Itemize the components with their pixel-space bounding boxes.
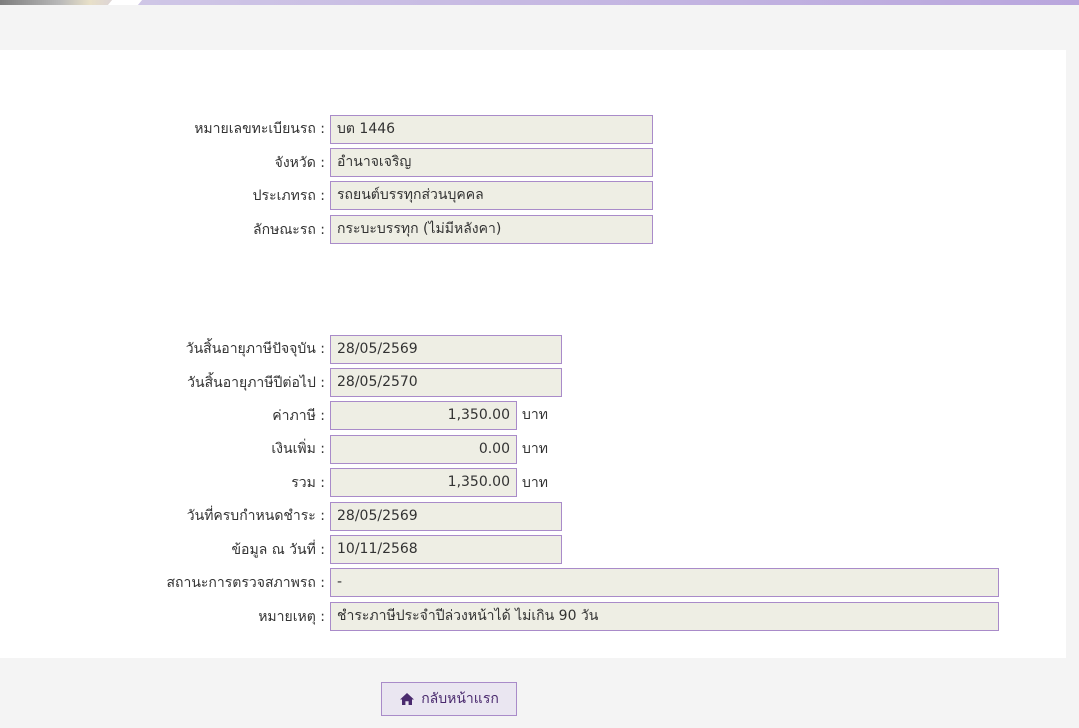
plate-label: หมายเลขทะเบียนรถ : (194, 121, 325, 137)
top-bar-swoosh (107, 0, 143, 5)
province-field: อำนาจเจริญ (330, 148, 653, 177)
due-date-field: 28/05/2569 (330, 502, 562, 531)
due-date-label: วันที่ครบกำหนดชำระ : (186, 508, 325, 524)
back-to-home-button[interactable]: กลับหน้าแรก (381, 682, 517, 716)
total-label: รวม : (291, 475, 325, 491)
remark-field: ชำระภาษีประจำปีล่วงหน้าได้ ไม่เกิน 90 วั… (330, 602, 999, 631)
vehicle-type-label: ประเภทรถ : (252, 188, 325, 204)
surcharge-label: เงินเพิ่ม : (271, 441, 325, 457)
home-icon (399, 692, 415, 706)
inspection-status-field: - (330, 568, 999, 597)
next-expiry-field: 28/05/2570 (330, 368, 562, 397)
vehicle-style-label: ลักษณะรถ : (253, 222, 325, 238)
total-field: 1,350.00 (330, 468, 517, 497)
data-as-of-field: 10/11/2568 (330, 535, 562, 564)
next-expiry-label: วันสิ้นอายุภาษีปีต่อไป : (187, 375, 325, 391)
surcharge-unit: บาท (522, 441, 548, 457)
surcharge-field: 0.00 (330, 435, 517, 464)
data-as-of-label: ข้อมูล ณ วันที่ : (231, 542, 325, 558)
total-unit: บาท (522, 475, 548, 491)
vehicle-type-field: รถยนต์บรรทุกส่วนบุคคล (330, 181, 653, 210)
top-decorative-bar (0, 0, 1079, 5)
plate-field: บต 1446 (330, 115, 653, 144)
tax-amount-unit: บาท (522, 407, 548, 423)
current-expiry-label: วันสิ้นอายุภาษีปัจจุบัน : (185, 341, 325, 357)
remark-label: หมายเหตุ : (258, 609, 325, 625)
vehicle-style-field: กระบะบรรทุก (ไม่มีหลังคา) (330, 215, 653, 244)
back-to-home-label: กลับหน้าแรก (421, 691, 499, 707)
inspection-status-label: สถานะการตรวจสภาพรถ : (166, 575, 325, 591)
tax-amount-field: 1,350.00 (330, 401, 517, 430)
current-expiry-field: 28/05/2569 (330, 335, 562, 364)
province-label: จังหวัด : (274, 155, 325, 171)
tax-amount-label: ค่าภาษี : (272, 408, 325, 424)
